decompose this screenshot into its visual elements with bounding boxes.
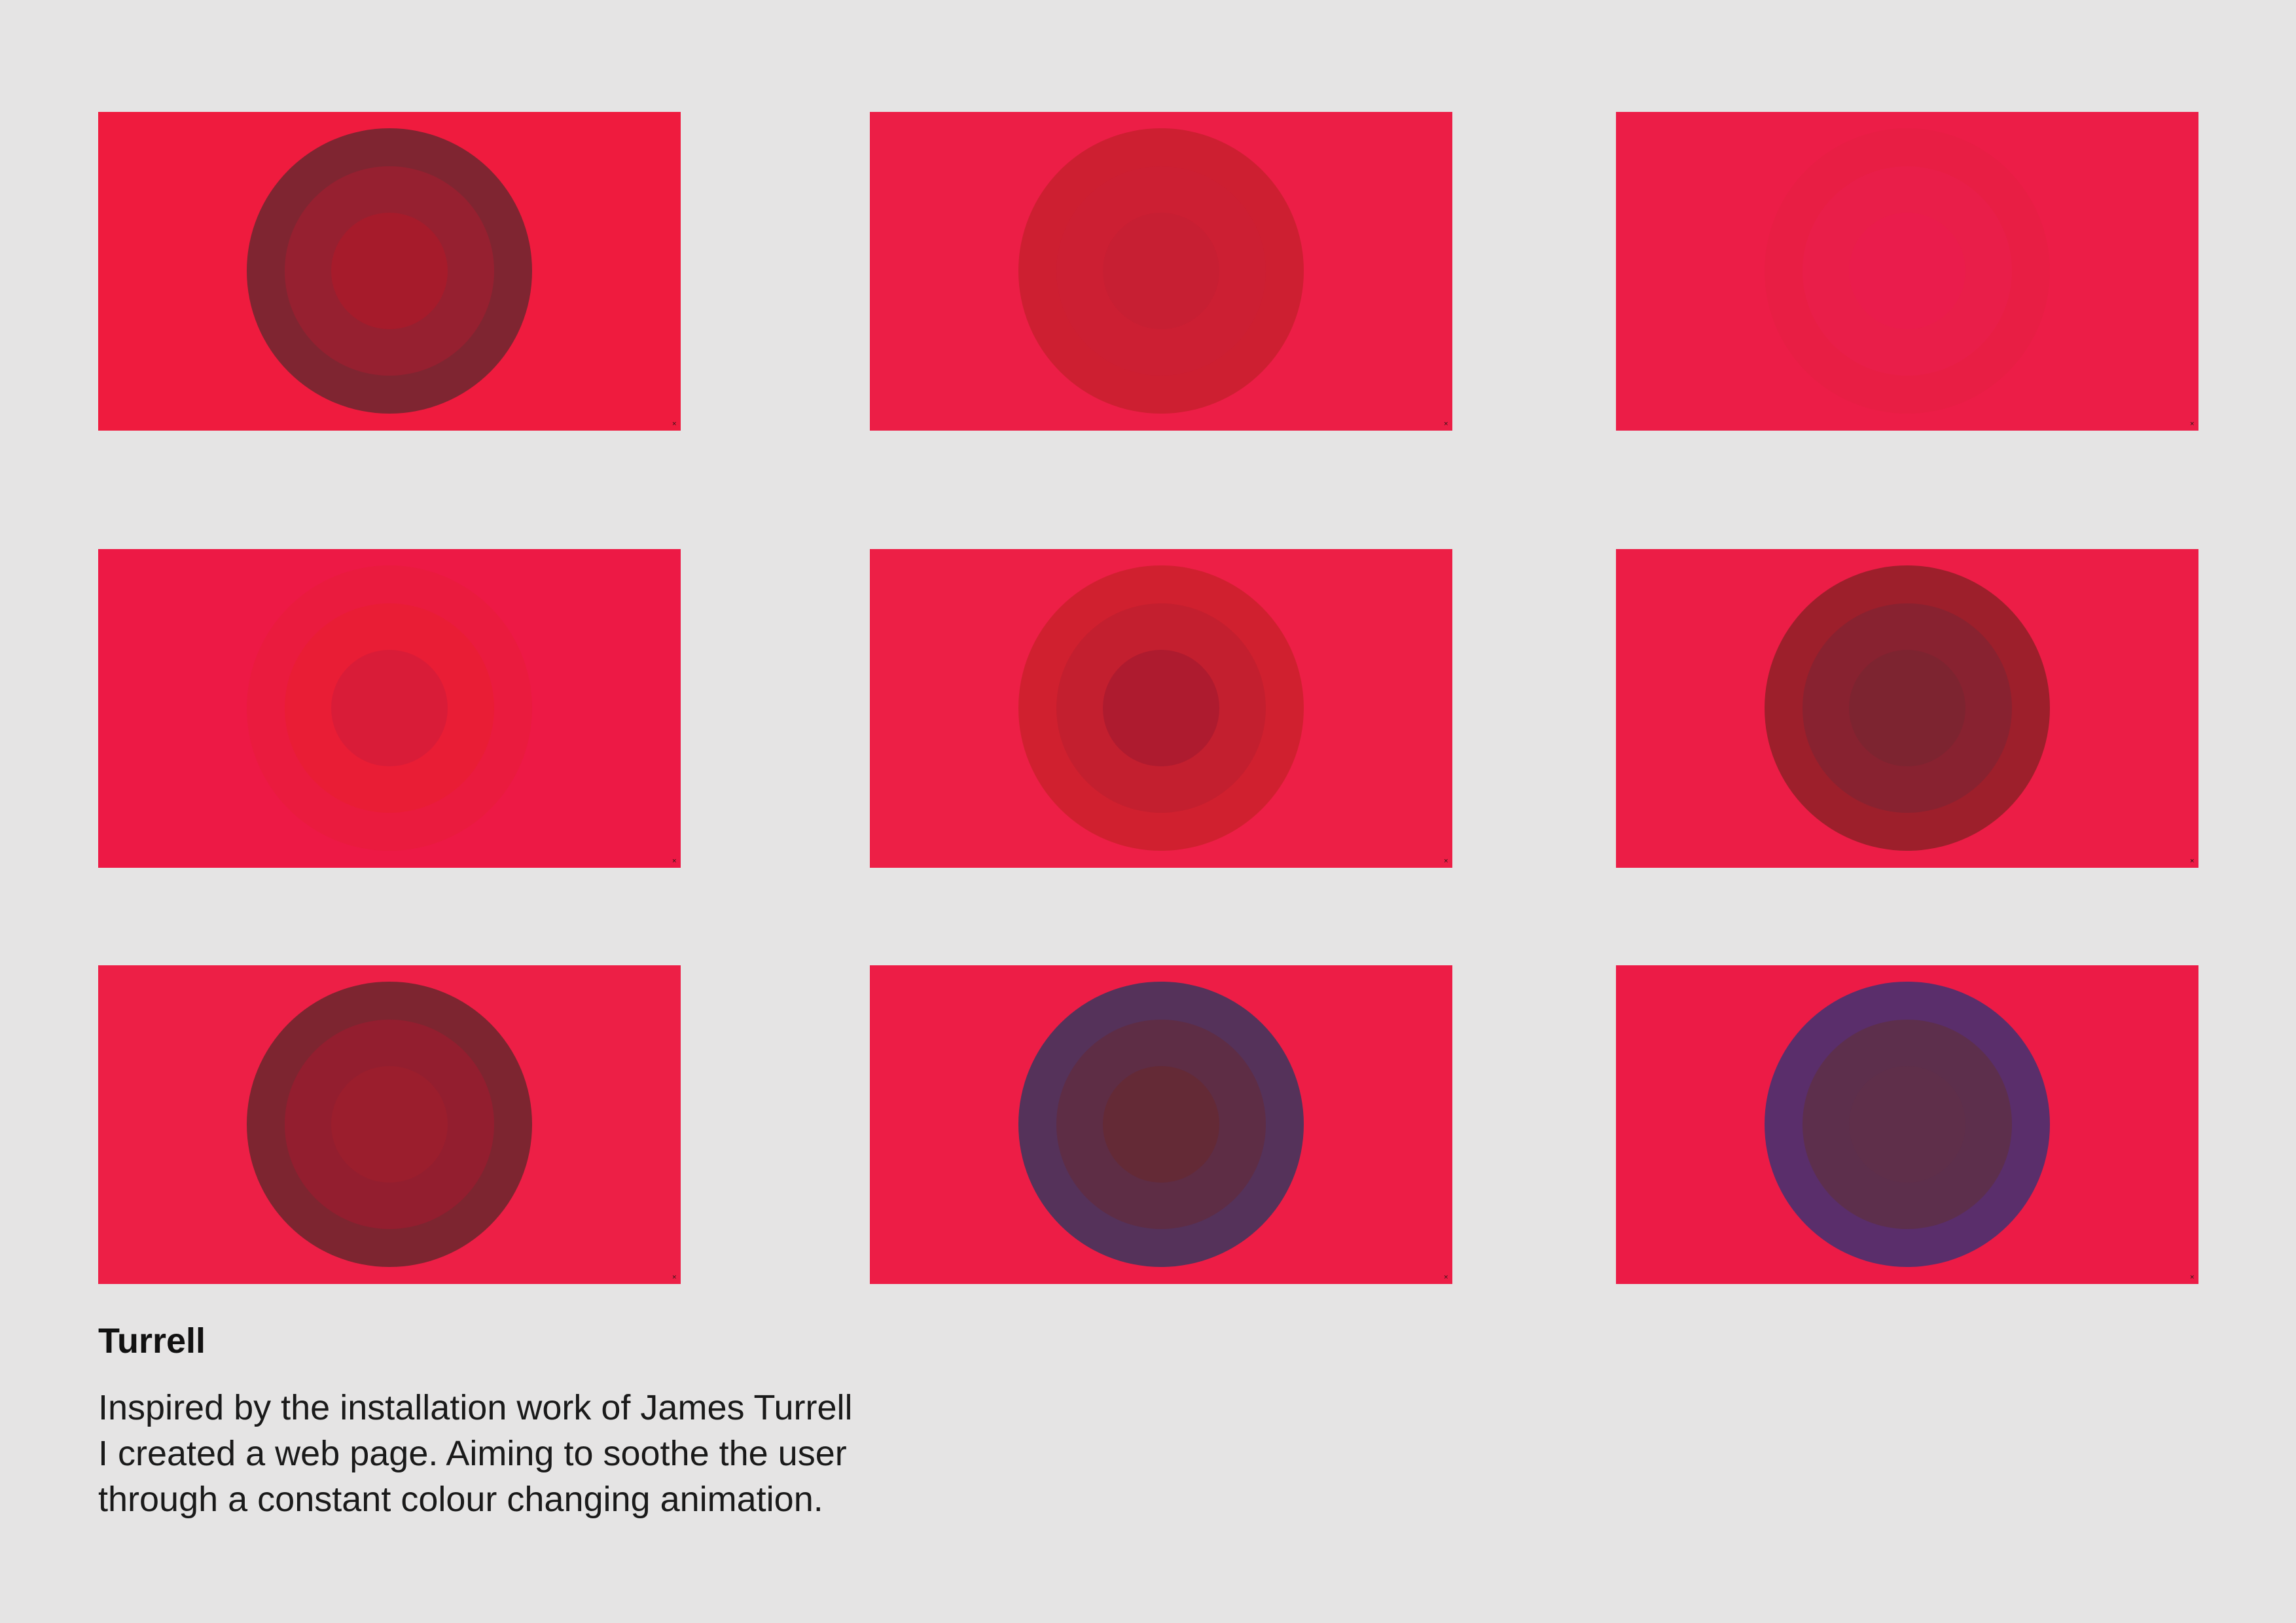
turrell-screen-2: × xyxy=(870,112,1452,431)
inner-circle xyxy=(1103,1066,1219,1183)
inner-circle xyxy=(331,650,448,766)
inner-circle xyxy=(331,1066,448,1183)
description-line: I created a web page. Aiming to soothe t… xyxy=(98,1434,847,1473)
turrell-screen-5: × xyxy=(870,549,1452,868)
close-icon[interactable]: × xyxy=(1443,421,1448,427)
inner-circle xyxy=(1103,650,1219,766)
project-description: Inspired by the installation work of Jam… xyxy=(98,1385,1014,1522)
close-icon[interactable]: × xyxy=(1443,1275,1448,1281)
turrell-screen-1: × xyxy=(98,112,681,431)
project-title: Turrell xyxy=(98,1321,206,1361)
close-icon[interactable]: × xyxy=(672,1275,677,1281)
close-icon[interactable]: × xyxy=(2189,421,2195,427)
close-icon[interactable]: × xyxy=(672,421,677,427)
close-icon[interactable]: × xyxy=(2189,859,2195,865)
close-icon[interactable]: × xyxy=(672,859,677,865)
turrell-screen-9: × xyxy=(1616,965,2198,1284)
inner-circle xyxy=(1849,213,1965,329)
turrell-screen-6: × xyxy=(1616,549,2198,868)
close-icon[interactable]: × xyxy=(2189,1275,2195,1281)
turrell-screen-7: × xyxy=(98,965,681,1284)
turrell-screen-4: × xyxy=(98,549,681,868)
close-icon[interactable]: × xyxy=(1443,859,1448,865)
inner-circle xyxy=(1849,1066,1965,1183)
description-line: through a constant colour changing anima… xyxy=(98,1480,823,1519)
inner-circle xyxy=(1849,650,1965,766)
inner-circle xyxy=(331,213,448,329)
turrell-screen-8: × xyxy=(870,965,1452,1284)
description-line: Inspired by the installation work of Jam… xyxy=(98,1388,853,1427)
turrell-screen-3: × xyxy=(1616,112,2198,431)
inner-circle xyxy=(1103,213,1219,329)
